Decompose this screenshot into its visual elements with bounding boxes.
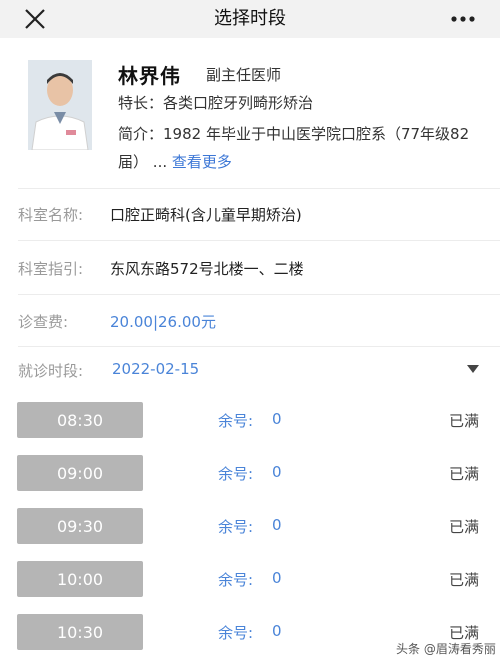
slot-status: 已满 (449, 571, 480, 589)
divider (18, 240, 500, 241)
slot-time-button[interactable]: 09:30 (17, 508, 143, 544)
specialty-label: 特长： (118, 94, 164, 112)
dropdown-arrow-icon[interactable] (467, 364, 479, 374)
intro-label: 简介： (118, 125, 164, 143)
remain-value: 0 (272, 622, 282, 640)
slot-time-button[interactable]: 09:00 (17, 455, 143, 491)
divider (18, 188, 500, 189)
remain-label: 余号: (218, 518, 254, 536)
slot-status: 已满 (449, 518, 480, 536)
divider (18, 294, 500, 295)
divider (18, 346, 500, 347)
page-title: 选择时段 (214, 8, 286, 29)
slot-row: 09:00 余号: 0 已满 (0, 455, 500, 493)
slot-status: 已满 (449, 412, 480, 430)
intro-ellipsis: ... (152, 153, 168, 171)
watermark: 头条 @眉涛看秀丽 (394, 640, 498, 657)
remain-value: 0 (272, 569, 282, 587)
remain-label: 余号: (218, 624, 254, 642)
doctor-avatar (28, 60, 92, 150)
guide-value: 东风东路572号北楼一、二楼 (110, 260, 304, 278)
guide-label: 科室指引: (18, 260, 84, 278)
intro-text: 1982 年毕业于中山医学院口腔系（77年级82届） (118, 125, 470, 171)
remain-value: 0 (272, 410, 282, 428)
remain-label: 余号: (218, 465, 254, 483)
dept-value: 口腔正畸科(含儿童早期矫治) (110, 206, 302, 224)
fee-value: 20.00|26.00元 (110, 313, 216, 331)
dept-label: 科室名称: (18, 206, 84, 224)
slot-row: 09:30 余号: 0 已满 (0, 508, 500, 546)
doctor-title: 副主任医师 (206, 66, 282, 84)
doctor-specialty: 特长：各类口腔牙列畸形矫治 (118, 92, 313, 113)
date-select[interactable]: 2022-02-15 (112, 360, 199, 378)
doctor-name: 林界伟 (118, 64, 181, 88)
slot-time-button[interactable]: 08:30 (17, 402, 143, 438)
slot-row: 10:00 余号: 0 已满 (0, 561, 500, 599)
remain-label: 余号: (218, 571, 254, 589)
more-horizontal-icon[interactable] (450, 10, 476, 28)
slot-time-button[interactable]: 10:00 (17, 561, 143, 597)
remain-value: 0 (272, 463, 282, 481)
remain-value: 0 (272, 516, 282, 534)
view-more-link[interactable]: 查看更多 (172, 153, 232, 171)
doctor-intro: 简介：1982 年毕业于中山医学院口腔系（77年级82届） ... 查看更多 (118, 120, 488, 176)
specialty-value: 各类口腔牙列畸形矫治 (163, 94, 314, 112)
remain-label: 余号: (218, 412, 254, 430)
date-label: 就诊时段: (18, 362, 84, 380)
slot-status: 已满 (449, 465, 480, 483)
slot-row: 08:30 余号: 0 已满 (0, 402, 500, 440)
fee-label: 诊查费: (18, 313, 69, 331)
slot-time-button[interactable]: 10:30 (17, 614, 143, 650)
